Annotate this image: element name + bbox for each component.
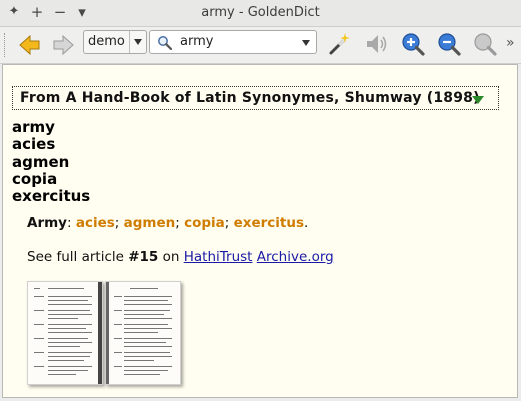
group-selector-value: demo [88, 34, 125, 49]
title-bar: ✦ + − ▾ army - GoldenDict [0, 0, 521, 27]
zoom-in-icon [402, 33, 425, 56]
speaker-icon [367, 35, 387, 53]
zoom-reset-icon [474, 33, 497, 56]
toolbar-grip-icon[interactable] [4, 33, 8, 57]
zoom-in-button[interactable] [400, 31, 426, 57]
zoom-reset-button[interactable] [472, 31, 498, 57]
hathitrust-link[interactable]: HathiTrust [184, 249, 253, 265]
search-input[interactable]: army [149, 30, 317, 54]
back-arrow-icon [19, 34, 40, 56]
collapse-toggle-icon[interactable] [472, 96, 484, 104]
definition-term: Army [27, 215, 67, 231]
headword-list: army acies agmen copia exercitus [12, 118, 91, 206]
full-article-reference: See full article #15 on HathiTrust Archi… [27, 249, 334, 265]
headword: exercitus [12, 187, 91, 206]
article-view[interactable]: From A Hand-Book of Latin Synonymes, Shu… [2, 64, 518, 398]
scan-popup-button[interactable] [326, 31, 352, 57]
search-icon [158, 36, 173, 51]
group-dropdown-button[interactable] [129, 31, 146, 53]
zoom-out-icon [438, 33, 461, 56]
page-scan-thumbnail[interactable] [105, 281, 181, 385]
dictionary-title: From A Hand-Book of Latin Synonymes, Shu… [20, 90, 480, 106]
dictionary-header: From A Hand-Book of Latin Synonymes, Shu… [12, 86, 499, 110]
chevron-down-icon [134, 39, 142, 45]
window-title: army - GoldenDict [201, 5, 320, 20]
search-input-value: army [180, 34, 214, 49]
zoom-out-button[interactable] [436, 31, 462, 57]
synonym-link[interactable]: copia [184, 215, 225, 231]
page-scan-thumbnail[interactable] [27, 281, 103, 385]
synonym-link[interactable]: agmen [124, 215, 176, 231]
headword: acies [12, 135, 56, 154]
synonym-link[interactable]: exercitus [234, 215, 304, 231]
group-selector[interactable]: demo [83, 30, 147, 54]
headword: army [12, 118, 55, 136]
magic-wand-icon [329, 33, 350, 55]
definition-line: Army: acies; agmen; copia; exercitus. [27, 215, 309, 231]
article-number: #15 [128, 249, 159, 265]
forward-arrow-icon [53, 34, 74, 56]
synonym-link[interactable]: acies [76, 215, 115, 231]
headword: copia [12, 169, 58, 188]
headword: agmen [12, 152, 70, 171]
pronounce-button[interactable] [363, 31, 389, 57]
back-button[interactable] [17, 32, 43, 58]
archive-org-link[interactable]: Archive.org [257, 249, 334, 265]
forward-button[interactable] [50, 32, 76, 58]
search-history-dropdown-icon[interactable] [302, 40, 310, 46]
toolbar-overflow-icon[interactable]: » [506, 35, 515, 51]
